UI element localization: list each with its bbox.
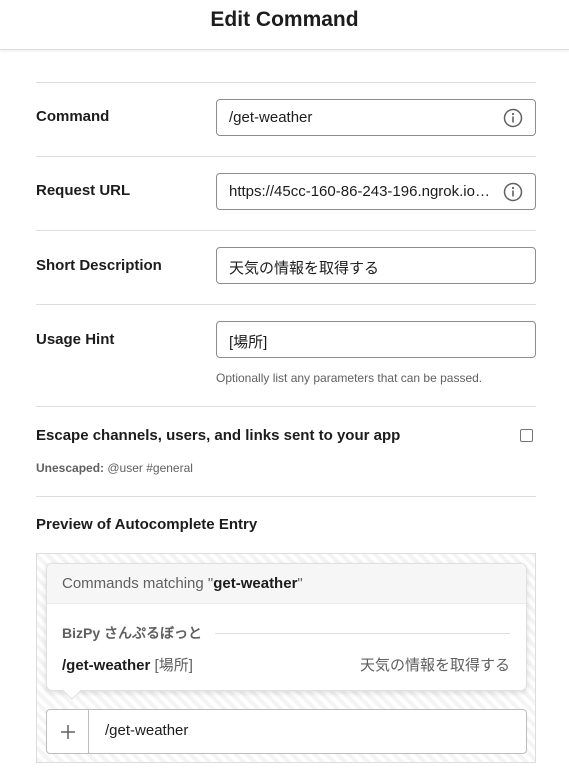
matching-command: get-weather: [213, 575, 298, 592]
info-icon[interactable]: [503, 108, 523, 128]
divider: [36, 82, 536, 83]
request-url-value: https://45cc-160-86-243-196.ngrok.io/sla…: [229, 183, 491, 200]
divider: [36, 406, 536, 407]
autocomplete-command: /get-weather: [62, 657, 151, 674]
autocomplete-description: 天気の情報を取得する: [359, 657, 510, 674]
page-title: Edit Command: [210, 8, 359, 31]
unescaped-note: Unescaped: @user #general: [36, 461, 193, 475]
command-value: /get-weather: [229, 109, 313, 126]
escape-label: Escape channels, users, and links sent t…: [36, 427, 401, 444]
modal-header: Edit Command: [0, 0, 569, 50]
divider: [36, 304, 536, 305]
matching-text: Commands matching "get-weather": [62, 575, 303, 592]
divider: [36, 230, 536, 231]
app-name: BizPy さんぷるぼっと: [62, 625, 203, 641]
preview-title: Preview of Autocomplete Entry: [36, 516, 258, 533]
autocomplete-hint: [場所]: [154, 657, 193, 674]
composer-text: /get-weather: [105, 722, 189, 739]
escape-checkbox[interactable]: [520, 429, 533, 442]
usage-hint-field[interactable]: [場所]: [216, 321, 536, 358]
short-description-value: 天気の情報を取得する: [229, 260, 380, 277]
divider: [215, 633, 510, 634]
short-description-field[interactable]: 天気の情報を取得する: [216, 247, 536, 284]
usage-hint-label: Usage Hint: [36, 331, 115, 348]
message-composer[interactable]: /get-weather: [46, 709, 527, 754]
divider: [36, 156, 536, 157]
usage-hint-value: [場所]: [229, 334, 268, 351]
autocomplete-popup: Commands matching "get-weather" BizPy さん…: [46, 563, 527, 700]
divider: [36, 496, 536, 497]
add-button[interactable]: [47, 710, 89, 753]
unescaped-label: Unescaped:: [36, 461, 105, 475]
request-url-label: Request URL: [36, 182, 131, 199]
command-label: Command: [36, 108, 110, 125]
unescaped-example: @user #general: [107, 461, 193, 475]
usage-hint-help: Optionally list any parameters that can …: [216, 371, 483, 385]
autocomplete-item[interactable]: /get-weather [場所]: [62, 654, 193, 675]
command-field[interactable]: /get-weather: [216, 99, 536, 136]
request-url-field[interactable]: https://45cc-160-86-243-196.ngrok.io/sla…: [216, 173, 536, 210]
autocomplete-header: Commands matching "get-weather": [47, 564, 526, 604]
plus-icon: [60, 724, 75, 739]
info-icon[interactable]: [503, 182, 523, 202]
short-description-label: Short Description: [36, 257, 162, 274]
